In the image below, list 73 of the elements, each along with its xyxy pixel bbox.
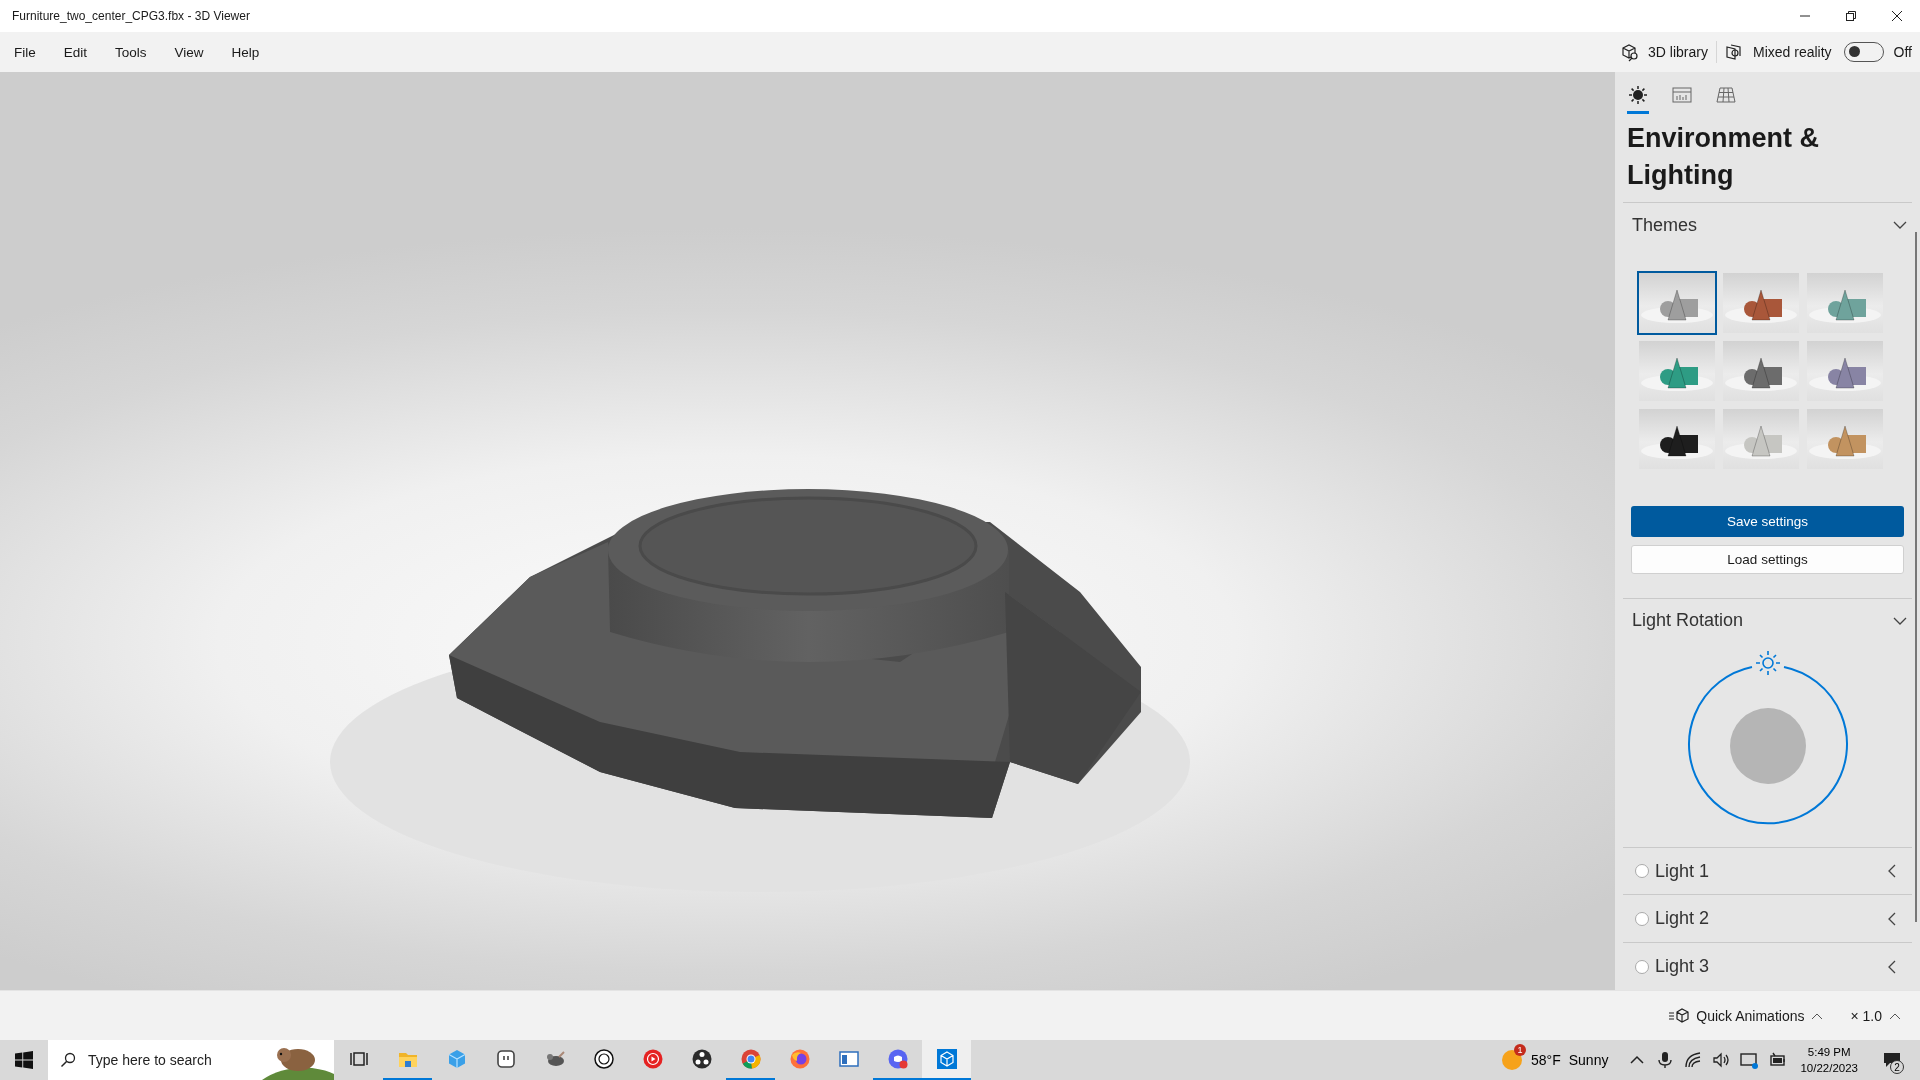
menu-item[interactable]: Help bbox=[221, 38, 270, 66]
menu-item[interactable]: View bbox=[164, 38, 214, 66]
window-icon bbox=[838, 1049, 859, 1069]
circle-logo-icon bbox=[593, 1049, 614, 1069]
browser-icon bbox=[789, 1049, 810, 1069]
windows-logo-icon bbox=[15, 1051, 33, 1069]
restore-icon bbox=[1845, 10, 1857, 22]
notification-count: 2 bbox=[1890, 1060, 1904, 1074]
theme-thumbnail[interactable] bbox=[1721, 271, 1801, 336]
theme-thumbnail[interactable] bbox=[1805, 271, 1885, 336]
microphone-icon[interactable] bbox=[1656, 1051, 1675, 1069]
grid-icon bbox=[1715, 84, 1737, 106]
lighting-tab[interactable] bbox=[1627, 84, 1649, 114]
load-settings-button[interactable]: Load settings bbox=[1631, 545, 1904, 574]
toggle-state-label: Off bbox=[1893, 44, 1912, 60]
search-icon bbox=[60, 1052, 76, 1068]
clock[interactable]: 5:49 PM 10/22/2023 bbox=[1796, 1044, 1862, 1076]
save-settings-button[interactable]: Save settings bbox=[1631, 506, 1904, 538]
light-label: Light 2 bbox=[1655, 908, 1711, 930]
light-radio[interactable] bbox=[1635, 911, 1649, 926]
sun-icon bbox=[1501, 1049, 1523, 1071]
date-label: 10/22/2023 bbox=[1800, 1061, 1858, 1076]
time-label: 5:49 PM bbox=[1807, 1045, 1851, 1060]
display-icon[interactable] bbox=[1740, 1051, 1759, 1069]
light-radio[interactable] bbox=[1635, 864, 1649, 879]
app-icon bbox=[495, 1049, 516, 1069]
menu-item[interactable]: Tools bbox=[105, 38, 157, 66]
theme-thumbnail[interactable] bbox=[1805, 339, 1885, 404]
menu-item[interactable]: File bbox=[4, 38, 46, 66]
weather-condition: Sunny bbox=[1568, 1052, 1609, 1068]
panel-title: Environment & Lighting bbox=[1626, 122, 1821, 193]
notifications-button[interactable]: 2 bbox=[1872, 1040, 1912, 1080]
light-label: Light 1 bbox=[1655, 860, 1711, 882]
theme-thumbnail[interactable] bbox=[1721, 407, 1801, 472]
search-bar[interactable]: Type here to search bbox=[48, 1040, 334, 1080]
window-title: Furniture_two_center_CPG3.fbx - 3D Viewer bbox=[11, 9, 251, 23]
rotation-ring[interactable] bbox=[1687, 665, 1848, 825]
theme-thumbnail[interactable] bbox=[1805, 407, 1885, 472]
cube-search-icon bbox=[1620, 42, 1641, 62]
theme-thumbnail[interactable] bbox=[1637, 271, 1717, 336]
cube-icon bbox=[936, 1049, 957, 1069]
wifi-icon[interactable] bbox=[1684, 1051, 1703, 1069]
library-button[interactable]: 3D library bbox=[1612, 38, 1716, 66]
animal-icon bbox=[544, 1049, 565, 1069]
task-view-icon bbox=[348, 1049, 369, 1069]
temperature-label: 58°F bbox=[1531, 1052, 1561, 1068]
volume-icon[interactable] bbox=[1712, 1051, 1731, 1069]
sun-icon[interactable] bbox=[1754, 649, 1781, 676]
battery-icon[interactable] bbox=[1768, 1051, 1787, 1069]
light-label: Light 3 bbox=[1655, 956, 1711, 978]
play-icon bbox=[642, 1049, 663, 1069]
chat-icon bbox=[887, 1049, 908, 1069]
mixed-reality-button[interactable]: Mixed reality bbox=[1717, 38, 1840, 66]
animation-icon bbox=[1668, 1006, 1691, 1025]
weather-widget[interactable]: 1 58°F Sunny bbox=[1497, 1040, 1619, 1080]
cube-icon bbox=[446, 1049, 467, 1069]
aperture-icon bbox=[691, 1049, 712, 1069]
close-icon bbox=[1891, 10, 1903, 22]
environment-icon bbox=[1627, 84, 1649, 106]
theme-thumbnail[interactable] bbox=[1637, 339, 1717, 404]
stats-icon bbox=[1671, 84, 1693, 106]
section-heading: Light Rotation bbox=[1632, 610, 1745, 632]
quick-animations-button[interactable]: Quick Animations bbox=[1662, 1002, 1831, 1029]
light-radio[interactable] bbox=[1635, 959, 1649, 974]
speed-button[interactable]: × 1.0 bbox=[1844, 1003, 1908, 1028]
theme-thumbnail[interactable] bbox=[1637, 407, 1717, 472]
section-heading: Themes bbox=[1632, 214, 1699, 236]
browser-icon bbox=[740, 1049, 761, 1069]
notification-badge: 1 bbox=[1514, 1044, 1526, 1056]
scrollbar[interactable] bbox=[1915, 232, 1917, 922]
theme-thumbnail[interactable] bbox=[1721, 339, 1801, 404]
menu-item[interactable]: Edit bbox=[53, 38, 98, 66]
search-input[interactable]: Type here to search bbox=[86, 1051, 256, 1069]
